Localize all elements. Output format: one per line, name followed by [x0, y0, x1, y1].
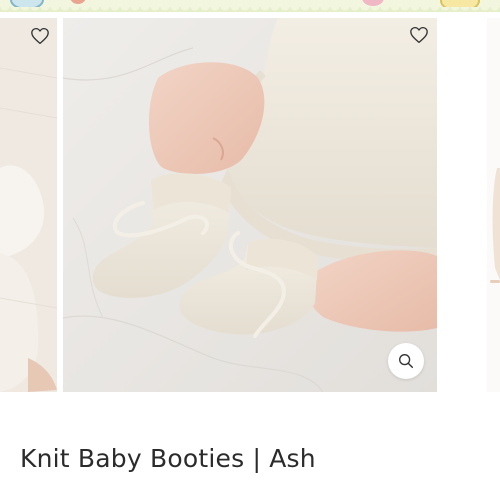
banner-decoration-right	[362, 0, 384, 6]
next-slide-photo	[487, 18, 500, 392]
banner-decoration-mid	[70, 0, 86, 4]
favorite-button-previous[interactable]	[28, 24, 52, 48]
previous-slide-photo	[0, 18, 57, 392]
magnifier-icon	[399, 354, 414, 369]
zoom-button[interactable]	[388, 343, 424, 379]
heart-outline-icon	[410, 26, 428, 44]
product-photo-booties	[63, 18, 437, 392]
favorite-button-main[interactable]	[407, 23, 431, 47]
gallery-slide-next[interactable]	[487, 18, 500, 392]
heart-outline-icon	[31, 27, 49, 45]
gallery-slide-previous[interactable]	[0, 18, 57, 392]
top-decorative-banner	[0, 0, 500, 12]
banner-wave-edge	[0, 7, 500, 12]
gallery-slide-main[interactable]	[63, 18, 437, 392]
product-title: Knit Baby Booties | Ash	[20, 444, 316, 473]
product-image-carousel[interactable]	[0, 18, 500, 392]
